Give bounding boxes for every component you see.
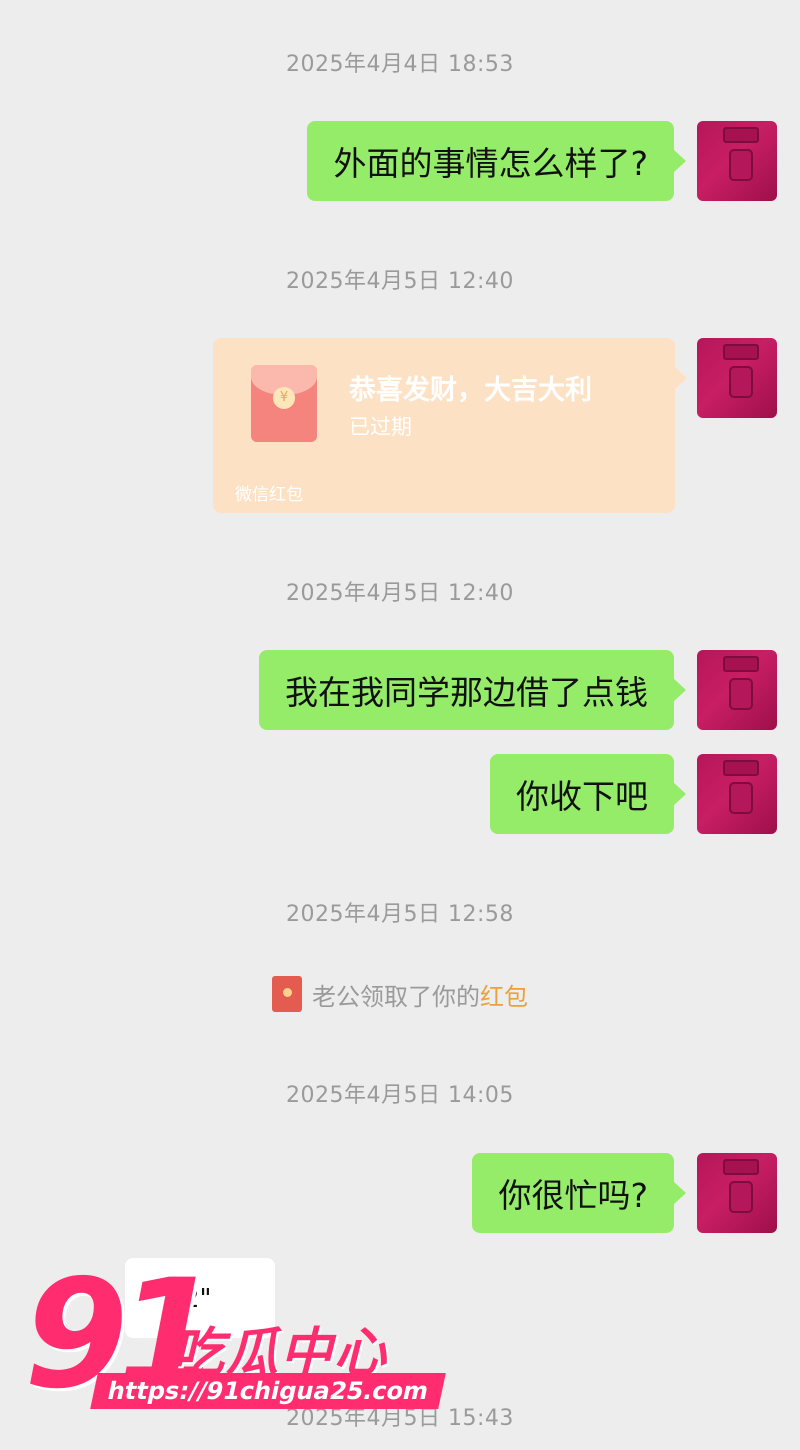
sent-message-bubble[interactable]: 外面的事情怎么样了? (307, 121, 686, 201)
user-avatar[interactable] (697, 650, 777, 730)
system-message: 老公领取了你的 红包 (0, 976, 800, 1012)
timestamp: 2025年4月5日 14:05 (286, 1083, 514, 1108)
red-packet-link[interactable]: 红包 (480, 977, 528, 1012)
red-packet-card[interactable]: ¥ 恭喜发财，大吉大利 已过期 微信红包 (213, 338, 687, 513)
watermark-url: https://91chigua25.com (90, 1373, 447, 1409)
timestamp: 2025年4月5日 12:58 (286, 902, 514, 927)
red-envelope-icon (272, 976, 302, 1012)
user-avatar[interactable] (697, 121, 777, 201)
red-packet-title: 恭喜发财，大吉大利 (349, 375, 592, 406)
timestamp: 2025年4月5日 12:40 (286, 581, 514, 606)
timestamp: 2025年4月4日 18:53 (286, 52, 514, 77)
user-avatar[interactable] (697, 1153, 777, 1233)
watermark-logo: 91 吃瓜中心 https://91chigua25.com (24, 1248, 447, 1422)
red-envelope-icon: ¥ (251, 365, 317, 442)
sent-message-bubble[interactable]: 我在我同学那边借了点钱 (259, 650, 686, 730)
system-message-text: 老公领取了你的 (312, 982, 480, 1011)
timestamp: 2025年4月5日 12:40 (286, 269, 514, 294)
user-avatar[interactable] (697, 754, 777, 834)
red-packet-status: 已过期 (349, 415, 412, 439)
sent-message-bubble[interactable]: 你很忙吗? (472, 1153, 686, 1233)
sent-message-bubble[interactable]: 你收下吧 (490, 754, 686, 834)
red-packet-footer: 微信红包 (235, 485, 303, 505)
user-avatar[interactable] (697, 338, 777, 418)
